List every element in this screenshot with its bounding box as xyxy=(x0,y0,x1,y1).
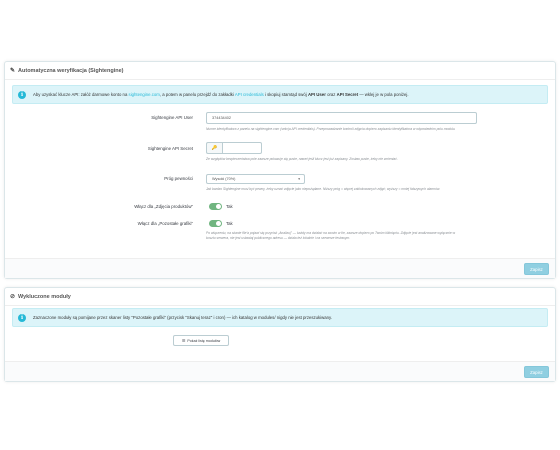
toggle-products-label: Włącz dla „Zdjęcia produktów” xyxy=(134,204,193,209)
api-secret-help: Ze względów bezpieczeństwa pole zawsze p… xyxy=(206,157,398,161)
info-alert: i Aby uzyskać klucze API: załóż darmowe … xyxy=(12,85,548,104)
api-user-help: Numer identyfikatora z panelu na sighten… xyxy=(206,127,456,131)
toggle-knob xyxy=(216,221,221,226)
excluded-modules-panel: ⊘ Wykluczone moduły i Zaznaczone moduły … xyxy=(4,287,556,382)
api-secret-input[interactable] xyxy=(222,142,262,154)
toggle-switch[interactable] xyxy=(209,203,222,210)
threshold-selected: Wysoki (70%) xyxy=(212,177,236,181)
panel-title: Automatyczna weryfikacja (Sightengine) xyxy=(18,67,124,74)
key-icon: 🔑 xyxy=(206,142,222,154)
api-user-label: Sightengine API User xyxy=(151,115,193,120)
info-icon: i xyxy=(18,313,26,322)
toggle-other-help-2: kosztu serwera, nie jest ustawiaj public… xyxy=(206,236,351,240)
alert-text-part: oraz xyxy=(325,92,337,97)
toggle-other-label: Włącz dla „Pozostałe grafiki” xyxy=(137,221,193,226)
panel-title: Wykluczone moduły xyxy=(18,293,71,300)
threshold-help: Jak bardzo Sightengine musi być pewny, ż… xyxy=(206,187,441,191)
show-modules-button[interactable]: ☰ Pokaż listę modułów xyxy=(173,335,229,346)
toggle-state: Tak xyxy=(226,204,233,209)
list-icon: ☰ xyxy=(181,338,186,343)
alert-text-part: Aby uzyskać klucze API: załóż darmowe ko… xyxy=(33,92,129,97)
toggle-other-switch[interactable]: Tak xyxy=(209,220,233,227)
threshold-select[interactable]: Wysoki (70%) ▾ xyxy=(206,174,305,184)
pencil-icon: ✎ xyxy=(10,68,16,74)
api-credentials-link[interactable]: API credentials xyxy=(235,92,264,97)
alert-text-part: — wklej je w pola poniżej. xyxy=(358,92,409,97)
alert-text-part: i skopiuj stamtąd swój xyxy=(263,92,308,97)
panel-heading: ✎ Automatyczna weryfikacja (Sightengine) xyxy=(5,62,555,80)
toggle-switch[interactable] xyxy=(209,220,222,227)
ban-icon: ⊘ xyxy=(10,294,16,300)
api-user-input[interactable]: 374434402 xyxy=(206,112,477,124)
save-button[interactable]: Zapisz xyxy=(524,263,549,275)
sightengine-panel: ✎ Automatyczna weryfikacja (Sightengine)… xyxy=(4,61,556,279)
alert-bold-api-secret: API Secret xyxy=(336,92,359,97)
chevron-down-icon: ▾ xyxy=(298,176,300,181)
info-alert: i Zaznaczone moduły są pomijane przez sk… xyxy=(12,308,548,327)
toggle-state: Tak xyxy=(226,221,233,226)
show-modules-label: Pokaż listę modułów xyxy=(187,338,221,343)
alert-text: Zaznaczone moduły są pomijane przez skan… xyxy=(33,315,333,320)
alert-bold-api-user: API User xyxy=(307,92,326,97)
api-secret-label: Sightengine API Secret xyxy=(147,146,193,151)
threshold-label: Próg pewności xyxy=(164,176,193,181)
alert-text: Aby uzyskać klucze API: załóż darmowe ko… xyxy=(33,92,409,97)
toggle-other-help-1: Po włączeniu, na skanie file'a pojawi si… xyxy=(206,231,456,235)
toggle-knob xyxy=(216,204,221,209)
panel-heading: ⊘ Wykluczone moduły xyxy=(5,288,555,306)
save-button[interactable]: Zapisz xyxy=(524,366,549,378)
toggle-products-switch[interactable]: Tak xyxy=(209,203,233,210)
alert-text-part: , a potem w panelu przejdź do zakładki xyxy=(159,92,235,97)
info-icon: i xyxy=(18,90,26,99)
panel-footer: Zapisz xyxy=(5,258,555,278)
api-secret-group: 🔑 xyxy=(206,142,262,154)
sightengine-link[interactable]: sightengine.com xyxy=(129,92,160,97)
panel-footer: Zapisz xyxy=(5,361,555,381)
